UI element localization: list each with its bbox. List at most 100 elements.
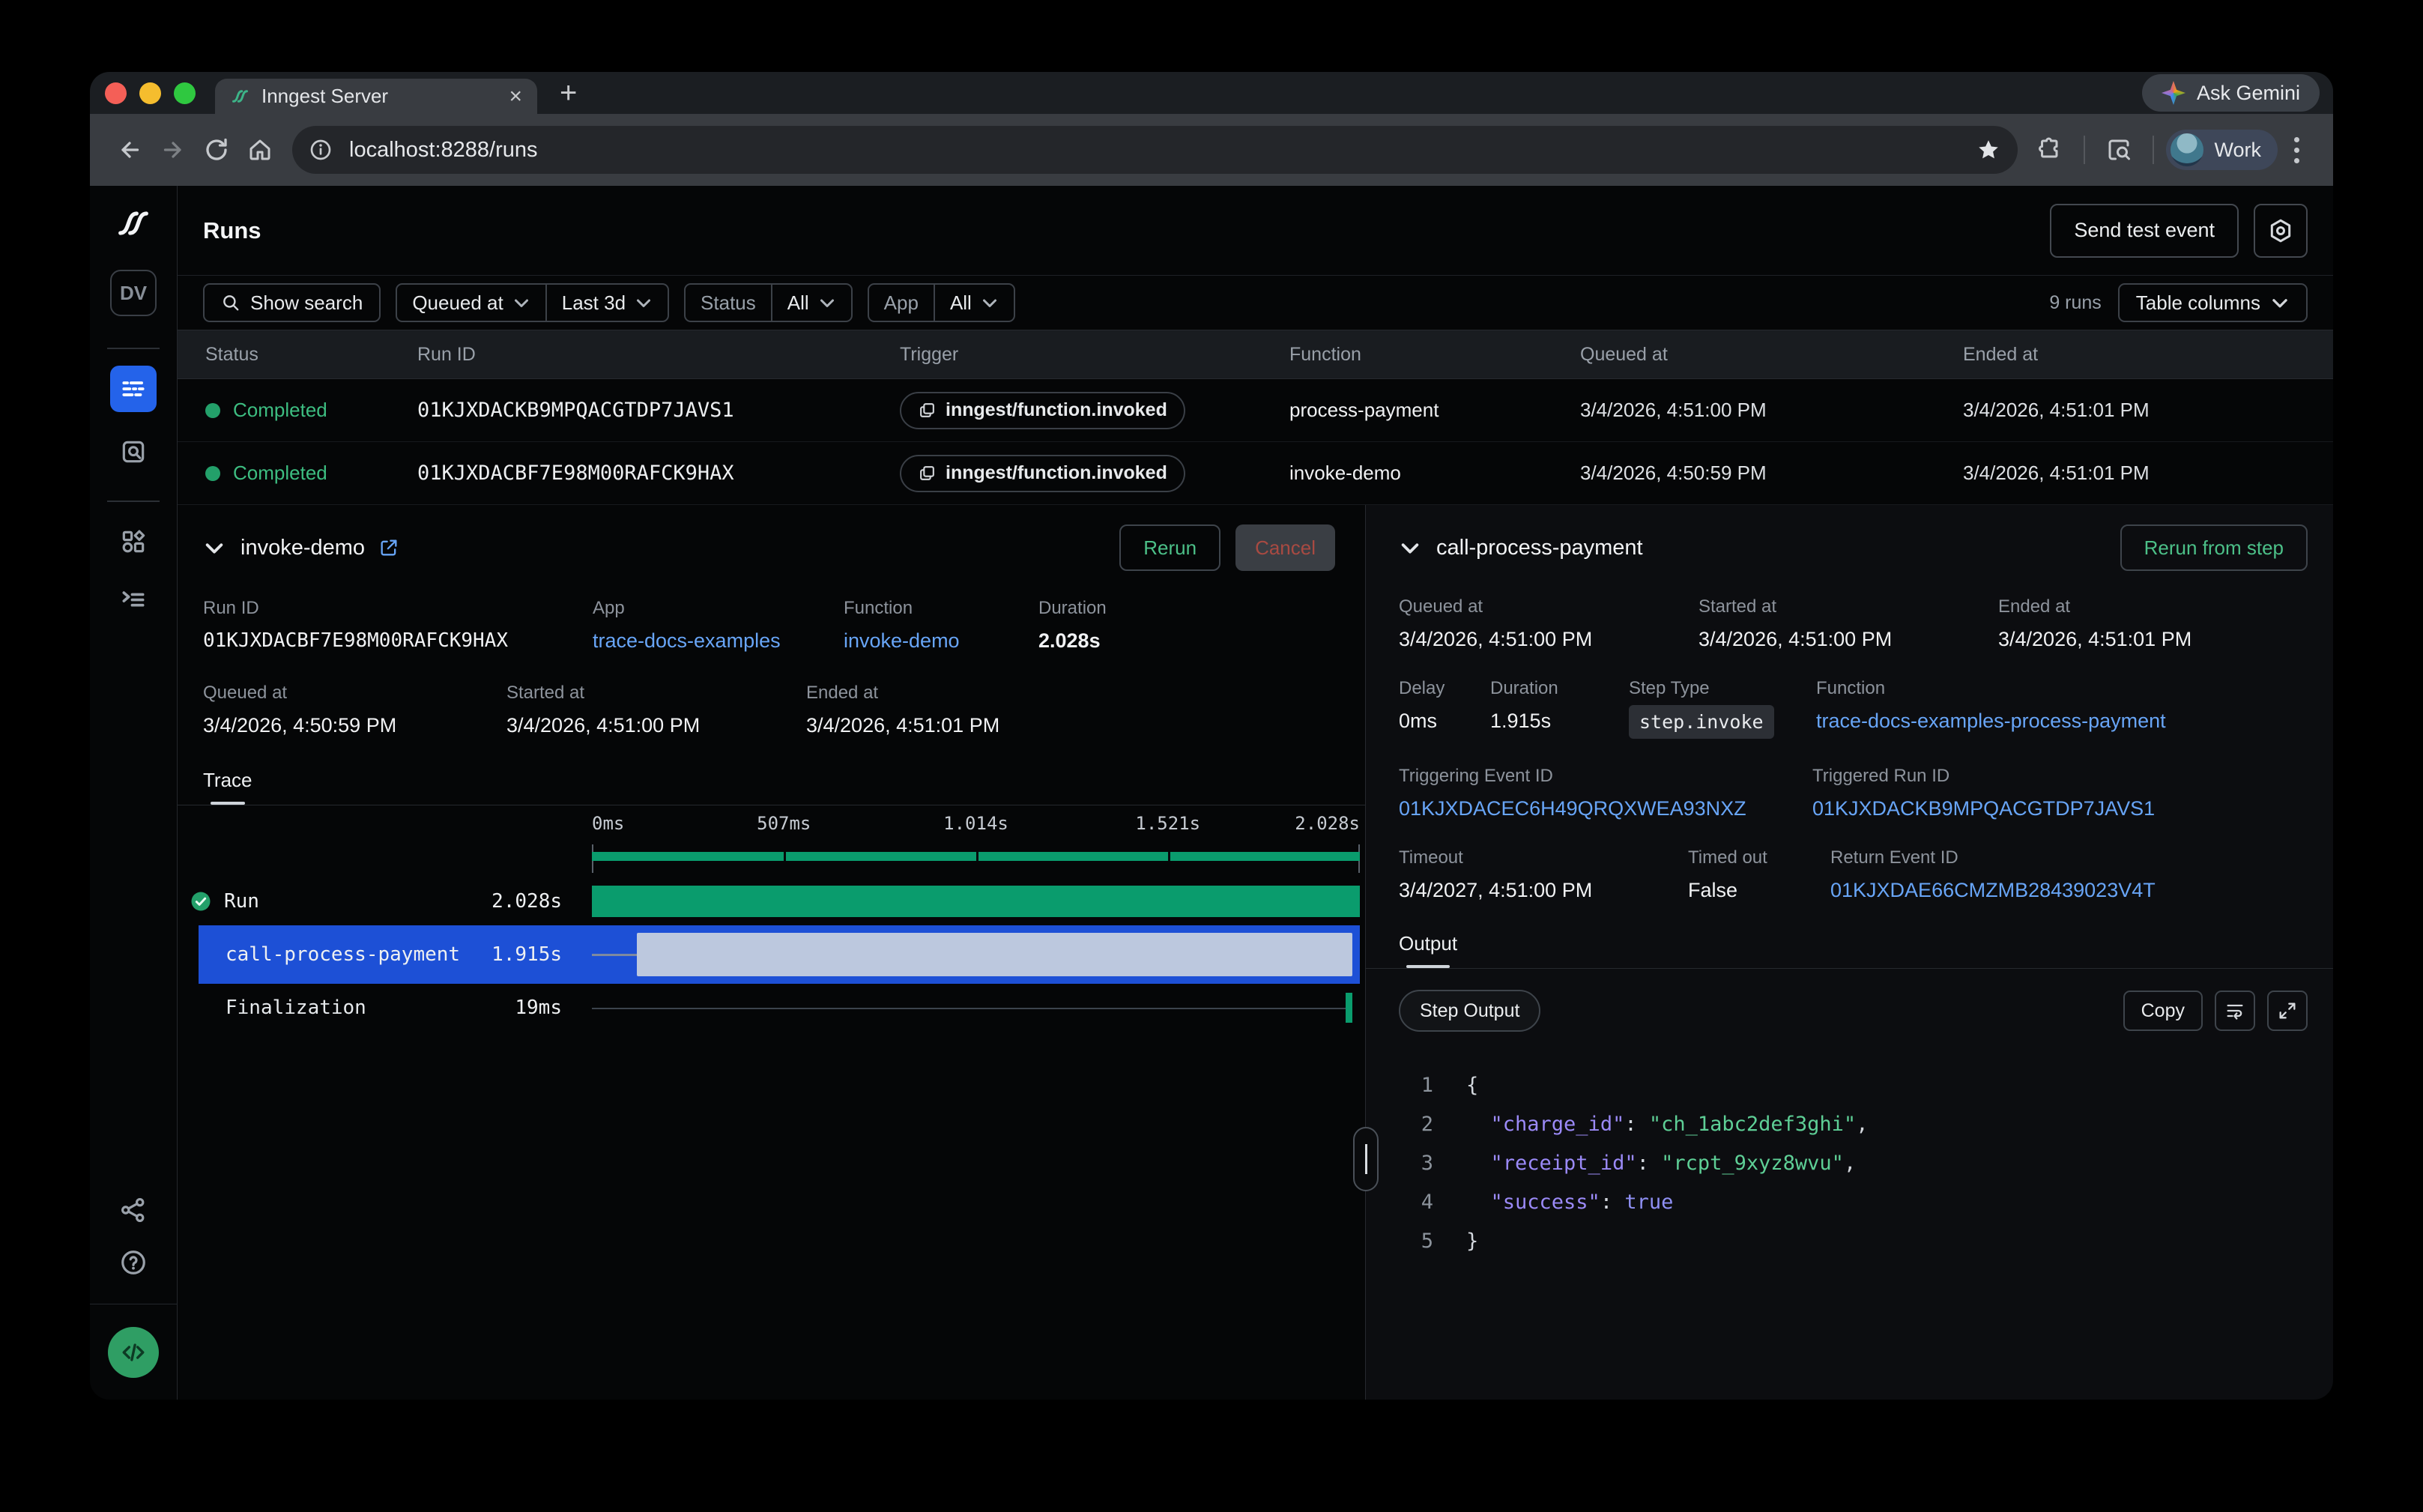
ask-gemini-button[interactable]: Ask Gemini (2142, 74, 2320, 112)
status-filter-dropdown[interactable]: All (771, 285, 851, 321)
bookmark-star-icon[interactable] (1976, 137, 2001, 163)
copy-button[interactable]: Copy (2123, 991, 2203, 1031)
collapse-run-chevron[interactable] (203, 536, 226, 559)
triggering-event-id-label: Triggering Event ID (1399, 766, 1812, 787)
sidebar-footer (90, 1304, 177, 1400)
status-filter-value: All (787, 291, 809, 315)
inngest-logo[interactable] (112, 204, 155, 243)
trace-row-finalization[interactable]: Finalization 19ms (199, 984, 1365, 1032)
trace-finalization-line (592, 1008, 1352, 1009)
site-info-icon[interactable] (309, 138, 333, 162)
function-label: Function (844, 598, 1038, 619)
cancel-button[interactable]: Cancel (1235, 524, 1335, 571)
forward-button[interactable] (151, 128, 195, 172)
time-range-dropdown[interactable]: Last 3d (545, 285, 668, 321)
profile-name: Work (2214, 139, 2261, 162)
triggering-event-id-link[interactable]: 01KJXDACEC6H49QRQXWEA93NXZ (1399, 797, 1812, 820)
sidebar-item-events[interactable] (110, 429, 157, 475)
back-button[interactable] (108, 128, 151, 172)
step-output-toggle[interactable]: Step Output (1399, 990, 1540, 1032)
minimize-window-button[interactable] (139, 82, 161, 104)
sidebar-item-functions[interactable] (110, 575, 157, 622)
browser-tab-strip: Inngest Server × + Ask Gemini (90, 72, 2333, 114)
browser-menu-button[interactable] (2278, 137, 2315, 163)
step-type-badge: step.invoke (1629, 705, 1774, 739)
line-number: 4 (1399, 1183, 1433, 1222)
sidebar-item-runs[interactable] (110, 366, 157, 412)
run-detail-split: invoke-demo Rerun Cancel Run ID 01KJXDAC… (178, 505, 2333, 1400)
code-text: "success": true (1466, 1183, 1673, 1222)
toolbar-divider (2153, 136, 2154, 164)
home-icon (246, 136, 273, 163)
line-number: 2 (1399, 1105, 1433, 1144)
reload-button[interactable] (195, 128, 238, 172)
trigger-name: inngest/function.invoked (946, 399, 1167, 421)
trace-span-duration: 2.028s (491, 890, 592, 913)
close-window-button[interactable] (105, 82, 127, 104)
url-bar[interactable]: localhost:8288/runs (292, 126, 2018, 174)
sidebar-divider (107, 348, 160, 349)
workspace-badge[interactable]: DV (110, 270, 157, 316)
column-header-run-id: Run ID (417, 344, 900, 366)
browser-tab[interactable]: Inngest Server × (215, 79, 537, 114)
external-link-icon[interactable] (378, 537, 399, 558)
step-ended-label: Ended at (1998, 596, 2191, 617)
browser-window: Inngest Server × + Ask Gemini localhost:… (90, 72, 2333, 1400)
forward-icon (160, 136, 187, 163)
trace-minimap[interactable] (592, 852, 1360, 861)
dev-tools-fab[interactable] (108, 1327, 159, 1378)
app-filter-dropdown[interactable]: All (934, 285, 1014, 321)
inngest-favicon (230, 86, 250, 106)
zoom-window-button[interactable] (174, 82, 196, 104)
app-link[interactable]: trace-docs-examples (593, 629, 844, 653)
trigger-pill[interactable]: inngest/function.invoked (900, 455, 1185, 492)
show-search-button[interactable]: Show search (203, 283, 381, 322)
duration-label: Duration (1038, 598, 1107, 619)
ruler-tick-label: 1.014s (943, 813, 1008, 834)
step-function-link[interactable]: trace-docs-examples-process-payment (1816, 710, 2166, 733)
tab-search-button[interactable] (2097, 128, 2141, 172)
collapse-step-chevron[interactable] (1399, 536, 1421, 559)
new-tab-button[interactable]: + (560, 78, 577, 108)
browser-profile-button[interactable]: Work (2166, 130, 2278, 170)
terminal-list-icon (119, 584, 148, 613)
sidebar-item-apps[interactable] (110, 518, 157, 565)
tab-output[interactable]: Output (1399, 932, 1457, 968)
tab-trace[interactable]: Trace (203, 769, 252, 805)
runs-list-icon (119, 375, 148, 403)
function-link[interactable]: invoke-demo (844, 629, 1038, 653)
home-button[interactable] (238, 128, 282, 172)
trigger-pill[interactable]: inngest/function.invoked (900, 392, 1185, 429)
send-test-event-button[interactable]: Send test event (2050, 204, 2239, 258)
url-text[interactable]: localhost:8288/runs (349, 138, 1976, 163)
expand-button[interactable] (2267, 991, 2308, 1031)
return-event-id-link[interactable]: 01KJXDAE66CMZMB28439023V4T (1830, 879, 2156, 902)
trace-row-run[interactable]: Run 2.028s (178, 877, 1365, 925)
run-id-value: 01KJXDACBF7E98M00RAFCK9HAX (203, 629, 593, 652)
table-columns-button[interactable]: Table columns (2118, 283, 2308, 322)
function-name: invoke-demo (1289, 462, 1580, 485)
time-field-dropdown[interactable]: Queued at (397, 285, 545, 321)
return-event-id-label: Return Event ID (1830, 847, 2156, 868)
code-lines: 1{2 "charge_id": "ch_1abc2def3ghi",3 "re… (1399, 1066, 2308, 1261)
pane-resize-handle[interactable] (1353, 1127, 1379, 1191)
status-dot (205, 466, 220, 481)
line-number: 5 (1399, 1222, 1433, 1261)
step-started-label: Started at (1698, 596, 1998, 617)
extensions-button[interactable] (2028, 128, 2072, 172)
rerun-from-step-button[interactable]: Rerun from step (2120, 524, 2308, 571)
code-line: 4 "success": true (1399, 1183, 2308, 1222)
chevron-down-icon (635, 294, 653, 312)
rerun-button[interactable]: Rerun (1119, 524, 1220, 571)
word-wrap-button[interactable] (2215, 991, 2255, 1031)
table-row[interactable]: Completed 01KJXDACKB9MPQACGTDP7JAVS1 inn… (178, 379, 2333, 442)
close-tab-icon[interactable]: × (509, 85, 522, 108)
settings-button[interactable] (2254, 204, 2308, 258)
trigger-name: inngest/function.invoked (946, 462, 1167, 484)
table-row[interactable]: Completed 01KJXDACBF7E98M00RAFCK9HAX inn… (178, 442, 2333, 505)
triggered-run-id-link[interactable]: 01KJXDACKB9MPQACGTDP7JAVS1 (1812, 797, 2155, 820)
help-button[interactable] (110, 1239, 157, 1286)
trace-row-call-process-payment[interactable]: call-process-payment 1.915s (199, 925, 1360, 984)
apps-grid-icon (119, 527, 148, 556)
share-button[interactable] (110, 1187, 157, 1233)
